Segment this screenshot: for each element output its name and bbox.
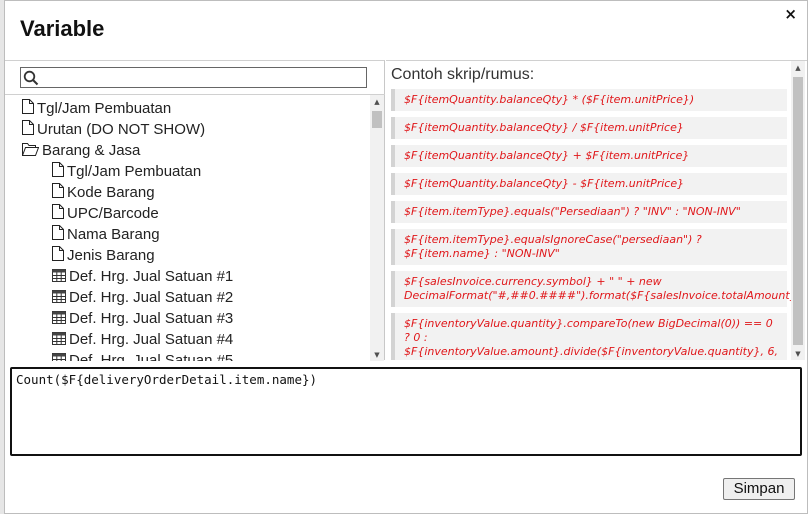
tree-item-label: Nama Barang [67, 226, 160, 243]
scroll-down-icon[interactable]: ▼ [791, 347, 805, 360]
example-formula[interactable]: $F{inventoryValue.quantity}.compareTo(ne… [391, 313, 787, 360]
folder-open-icon [21, 141, 40, 162]
table-icon [52, 288, 66, 309]
table-icon [52, 267, 66, 288]
example-formula[interactable]: $F{item.itemType}.equalsIgnoreCase("pers… [391, 229, 787, 265]
example-formula[interactable]: $F{itemQuantity.balanceQty} + $F{item.un… [391, 145, 787, 167]
tree-item[interactable]: Jenis Barang [5, 245, 368, 266]
save-button[interactable]: Simpan [723, 478, 795, 500]
tree-item[interactable]: UPC/Barcode [5, 203, 368, 224]
tree-item-label: Jenis Barang [67, 247, 155, 264]
tree-item[interactable]: Barang & Jasa [5, 140, 368, 161]
tree-item-label: Def. Hrg. Jual Satuan #4 [69, 331, 234, 348]
tree-item-label: Def. Hrg. Jual Satuan #5 [69, 352, 234, 361]
tree-item-label: UPC/Barcode [67, 205, 159, 222]
tree-item[interactable]: Def. Hrg. Jual Satuan #1 [5, 266, 368, 287]
variable-tree: Tgl/Jam Pembuatan Urutan (DO NOT SHOW) Bar… [5, 94, 385, 361]
search-box [20, 67, 367, 88]
tree-item[interactable]: Nama Barang [5, 224, 368, 245]
example-formula[interactable]: $F{itemQuantity.balanceQty} / $F{item.un… [391, 117, 787, 139]
table-icon [52, 351, 66, 361]
tree-item[interactable]: Def. Hrg. Jual Satuan #3 [5, 308, 368, 329]
file-icon [52, 203, 64, 225]
tree-item[interactable]: Kode Barang [5, 182, 368, 203]
file-icon [52, 224, 64, 246]
scroll-up-icon[interactable]: ▲ [791, 61, 805, 75]
example-formula[interactable]: $F{item.itemType}.equals("Persediaan") ?… [391, 201, 787, 223]
tree-item-label: Urutan (DO NOT SHOW) [37, 121, 206, 138]
examples-heading: Contoh skrip/rumus: [391, 66, 535, 83]
close-icon[interactable]: × [784, 5, 797, 23]
dialog-title: Variable [20, 16, 105, 41]
tree-item-label: Barang & Jasa [42, 142, 141, 159]
variable-dialog: Variable × Tgl/Jam Pembuatan Urutan (DO N… [4, 0, 808, 514]
file-icon [52, 182, 64, 204]
tree-item[interactable]: Def. Hrg. Jual Satuan #4 [5, 329, 368, 350]
scroll-up-icon[interactable]: ▲ [370, 95, 384, 109]
tree-item-label: Tgl/Jam Pembuatan [37, 100, 172, 117]
tree-item[interactable]: Urutan (DO NOT SHOW) [5, 119, 368, 140]
examples-list: $F{itemQuantity.balanceQty} * ($F{item.u… [391, 89, 801, 360]
variable-tree-panel: Tgl/Jam Pembuatan Urutan (DO NOT SHOW) Bar… [5, 60, 385, 361]
tree-item[interactable]: Tgl/Jam Pembuatan [5, 161, 368, 182]
examples-panel: Contoh skrip/rumus: $F{itemQuantity.bala… [386, 60, 807, 360]
scrollbar-thumb[interactable] [793, 77, 803, 345]
tree-item-label: Kode Barang [67, 184, 155, 201]
tree-item-label: Def. Hrg. Jual Satuan #2 [69, 289, 234, 306]
file-icon [22, 119, 34, 141]
search-input[interactable] [41, 69, 361, 86]
example-formula[interactable]: $F{itemQuantity.balanceQty} * ($F{item.u… [391, 89, 787, 111]
tree-list: Tgl/Jam Pembuatan Urutan (DO NOT SHOW) Bar… [5, 98, 368, 361]
table-icon [52, 309, 66, 330]
table-icon [52, 330, 66, 351]
tree-item[interactable]: Def. Hrg. Jual Satuan #2 [5, 287, 368, 308]
scroll-down-icon[interactable]: ▼ [370, 348, 384, 361]
file-icon [52, 161, 64, 183]
tree-item-label: Def. Hrg. Jual Satuan #1 [69, 268, 234, 285]
tree-item[interactable]: Def. Hrg. Jual Satuan #5 [5, 350, 368, 361]
examples-scrollbar[interactable]: ▲ ▼ [791, 61, 805, 360]
tree-item-label: Def. Hrg. Jual Satuan #3 [69, 310, 234, 327]
tree-item-label: Tgl/Jam Pembuatan [67, 163, 202, 180]
example-formula[interactable]: $F{itemQuantity.balanceQty} - $F{item.un… [391, 173, 787, 195]
search-icon [23, 70, 39, 86]
tree-item[interactable]: Tgl/Jam Pembuatan [5, 98, 368, 119]
scrollbar-thumb[interactable] [372, 111, 382, 128]
example-formula[interactable]: $F{salesInvoice.currency.symbol} + " " +… [391, 271, 801, 307]
file-icon [52, 245, 64, 267]
tree-scrollbar[interactable]: ▲ ▼ [370, 95, 384, 361]
file-icon [22, 98, 34, 120]
formula-editor[interactable] [10, 367, 802, 456]
